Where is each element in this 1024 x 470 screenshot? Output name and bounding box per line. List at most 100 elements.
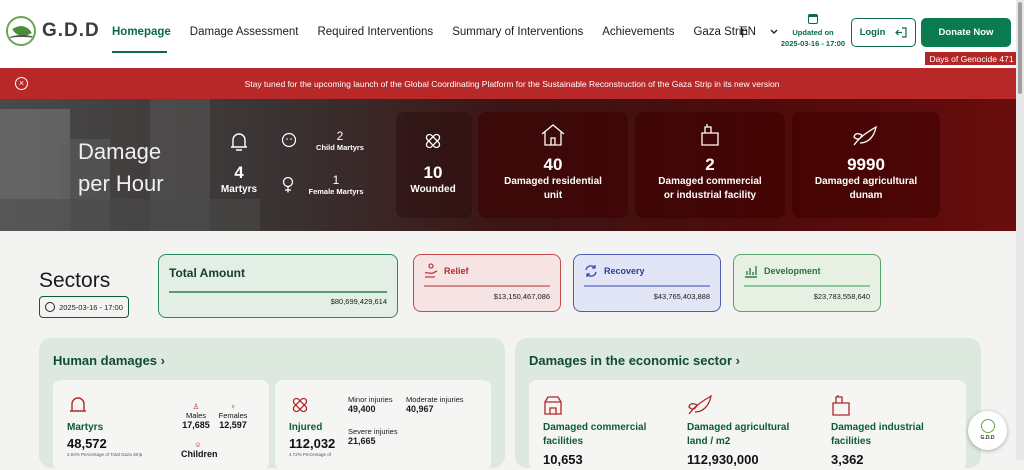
economic-damages-section: Damages in the economic sector › Damaged… (515, 338, 981, 470)
child-martyrs-value: 2 (336, 129, 344, 143)
development-card[interactable]: Development $23,783,558,640 (733, 254, 881, 312)
total-amount-value: $80,699,429,614 (330, 297, 387, 306)
total-amount-line (169, 291, 387, 293)
chart-icon (745, 266, 757, 278)
donate-button[interactable]: Donate Now (921, 18, 1011, 47)
hero-title: Damage per Hour (78, 139, 164, 196)
site-header: G.D.D Homepage Damage Assessment Require… (0, 0, 1024, 68)
martyrs-label: Martyrs (220, 184, 258, 195)
relief-card[interactable]: Relief $13,150,467,086 (413, 254, 561, 312)
chevron-down-icon (770, 29, 778, 34)
updated-time: 2025-03-16 - 17:00 (780, 39, 846, 48)
economic-damages-title[interactable]: Damages in the economic sector › (529, 353, 740, 368)
economic-damages-label: Damages in the economic sector (529, 353, 733, 368)
floating-logo-text: G.D.D (980, 435, 995, 441)
martyrs-icon (70, 397, 86, 412)
female-martyrs-stat: 1 Female Martyrs (305, 173, 367, 196)
females-stat: ♀ Females 12,597 (215, 402, 251, 430)
recovery-value: $43,765,403,888 (653, 292, 710, 301)
development-label: Development (764, 266, 821, 276)
minor-injuries-stat: Minor injuries 49,400 (348, 395, 393, 414)
injured-total: 112,032 (289, 436, 336, 451)
nav-damage-assessment[interactable]: Damage Assessment (190, 26, 299, 38)
updated-info: Updated on 2025-03-16 - 17:00 (778, 14, 848, 49)
recovery-line (584, 285, 710, 287)
martyrs-total: 48,572 (67, 436, 107, 451)
logo-text: G.D.D (42, 20, 100, 41)
total-amount-label: Total Amount (169, 266, 245, 280)
clock-icon (45, 302, 56, 312)
wounded-stat: 10 Wounded (398, 163, 468, 197)
floating-logo-button[interactable]: G.D.D (968, 411, 1007, 450)
shop-icon (544, 396, 562, 415)
injured-title: Injured (289, 422, 323, 433)
relief-line (424, 285, 550, 287)
commercial-stat: 2 Damaged commercial or industrial facil… (635, 155, 785, 203)
active-nav-underline (112, 51, 167, 53)
close-icon[interactable]: × (15, 77, 28, 90)
commercial-label-1: Damaged commercial (658, 176, 762, 187)
recovery-card[interactable]: Recovery $43,765,403,888 (573, 254, 721, 312)
severe-injuries-value: 21,665 (348, 436, 376, 446)
female-martyrs-label: Female Martyrs (308, 187, 364, 196)
martyrs-card: Martyrs 48,572 2.04% Percentage of Total… (53, 380, 269, 470)
bandage-icon (292, 397, 308, 413)
scrollbar-thumb[interactable] (1018, 2, 1022, 94)
wounded-label: Wounded (410, 184, 456, 195)
chevron-right-icon: › (160, 353, 166, 368)
total-amount-card[interactable]: Total Amount $80,699,429,614 (158, 254, 398, 318)
female-icon: ♀ (230, 402, 236, 411)
agricultural-land-title-1: Damaged agricultural (687, 422, 790, 433)
females-label: Females (218, 411, 248, 420)
nav-required-interventions[interactable]: Required Interventions (317, 26, 433, 38)
martyrs-note: 2.04% Percentage of Total Gaza Strip (67, 452, 143, 457)
bell-icon (231, 133, 247, 151)
injured-note: 4.72% Percentage of (289, 452, 332, 457)
logo-icon (6, 16, 36, 46)
leaf-icon (853, 125, 877, 146)
shop-icon (701, 124, 719, 146)
child-icon (281, 132, 297, 148)
injured-card: Injured 112,032 4.72% Percentage of Mino… (275, 380, 491, 470)
relief-icon (424, 263, 438, 278)
children-label: Children (181, 449, 218, 459)
human-damages-label: Human damages (53, 353, 158, 368)
language-label: EN (740, 26, 756, 38)
nav-homepage[interactable]: Homepage (112, 26, 171, 38)
logo[interactable]: G.D.D (6, 16, 100, 46)
main-nav: Homepage Damage Assessment Required Inte… (112, 26, 767, 38)
leaf-icon (688, 394, 712, 415)
nav-summary-interventions[interactable]: Summary of Interventions (452, 26, 583, 38)
moderate-injuries-label: Moderate injuries (406, 395, 464, 404)
human-damages-section: Human damages › Martyrs 48,572 2.04% Per… (39, 338, 505, 470)
language-select[interactable]: EN (740, 26, 778, 38)
economic-card: Damaged commercial facilities 10,653 Dam… (529, 380, 966, 470)
residential-label-2: unit (543, 190, 563, 201)
child-martyrs-label: Child Martyrs (316, 143, 364, 152)
recovery-label: Recovery (604, 266, 645, 276)
residential-value: 40 (543, 155, 563, 174)
female-icon (282, 176, 294, 193)
agricultural-stat: 9990 Damaged agricultural dunam (792, 155, 940, 203)
bandage-icon (425, 133, 441, 149)
residential-label-1: Damaged residential (504, 176, 602, 187)
updated-label: Updated on (792, 28, 834, 37)
commercial-label-2: or industrial facility (663, 190, 757, 201)
child-martyrs-stat: 2 Child Martyrs (312, 129, 368, 152)
development-value: $23,783,558,640 (813, 292, 870, 301)
sectors-date-text: 2025-03-16 - 17:00 (59, 302, 123, 312)
female-martyrs-value: 1 (332, 173, 340, 187)
human-damages-title[interactable]: Human damages › (53, 353, 165, 368)
minor-injuries-label: Minor injuries (348, 395, 393, 404)
severe-injuries-label: Severe injuries (348, 427, 398, 436)
refresh-icon (585, 265, 597, 277)
residential-stat: 40 Damaged residential unit (478, 155, 628, 203)
sectors-date: 2025-03-16 - 17:00 (39, 296, 129, 318)
nav-achievements[interactable]: Achievements (602, 26, 674, 38)
login-button[interactable]: Login (851, 18, 916, 47)
calendar-icon (808, 14, 818, 24)
house-icon (541, 124, 565, 146)
severe-injuries-stat: Severe injuries 21,665 (348, 427, 398, 446)
chevron-right-icon: › (735, 353, 740, 368)
relief-label: Relief (444, 266, 469, 276)
